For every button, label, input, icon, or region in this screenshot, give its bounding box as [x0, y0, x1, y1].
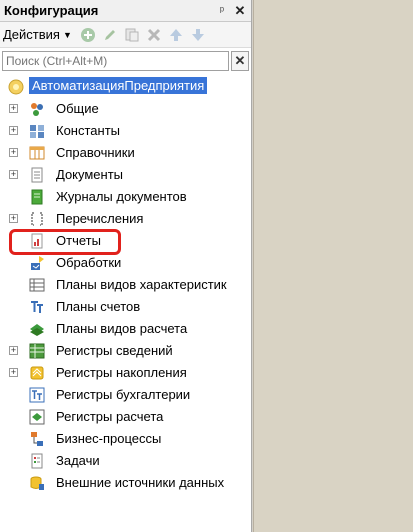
catalogs-icon [29, 145, 45, 161]
tree-item-accumulation-registers[interactable]: + Регистры накопления [0, 362, 252, 384]
tree-item-label: Внешние источники данных [56, 475, 225, 490]
tree-root[interactable]: АвтоматизацияПредприятия [0, 76, 252, 98]
add-icon[interactable] [80, 27, 96, 43]
tree-item-information-registers[interactable]: + Регистры сведений [0, 340, 252, 362]
tree-item-label: Планы счетов [56, 299, 141, 314]
business-processes-icon [29, 431, 45, 447]
panel-title: Конфигурация [4, 3, 99, 18]
reports-icon [29, 233, 45, 249]
tree-item-document-journals[interactable]: Журналы документов [0, 186, 252, 208]
clear-search-button[interactable]: ✕ [231, 51, 249, 71]
tree-item-calculation-registers[interactable]: Регистры расчета [0, 406, 252, 428]
tree-item-enums[interactable]: + Перечисления [0, 208, 252, 230]
tree-item-label: Справочники [56, 145, 135, 160]
workspace-area [253, 0, 413, 532]
tree-item-reports[interactable]: Отчеты [0, 230, 252, 252]
actions-label: Действия [3, 27, 60, 42]
calculation-registers-icon [29, 409, 45, 425]
tree-root-label: АвтоматизацияПредприятия [29, 77, 208, 94]
tree-item-data-processors[interactable]: Обработки [0, 252, 252, 274]
tree-item-constants[interactable]: + Константы [0, 120, 252, 142]
tree-item-accounting-registers[interactable]: Регистры бухгалтерии [0, 384, 252, 406]
move-down-icon[interactable] [190, 27, 206, 43]
accounting-registers-icon [29, 387, 45, 403]
tree-item-label: Константы [56, 123, 120, 138]
tree-item-label: Общие [56, 101, 99, 116]
tree-item-label: Перечисления [56, 211, 144, 226]
chart-of-accounts-icon [29, 299, 45, 315]
tree-item-tasks[interactable]: Задачи [0, 450, 252, 472]
expand-icon[interactable]: + [9, 368, 18, 377]
tree-item-external-data-sources[interactable]: Внешние источники данных [0, 472, 252, 494]
external-data-sources-icon [29, 475, 45, 491]
configuration-tree: АвтоматизацияПредприятия + Общие + Констант… [0, 76, 252, 494]
edit-icon[interactable] [102, 27, 118, 43]
tree-item-label: Регистры бухгалтерии [56, 387, 191, 402]
tree-item-label: Документы [56, 167, 124, 182]
configuration-root-icon [8, 79, 24, 95]
tree-item-label: Планы видов расчета [56, 321, 188, 336]
copy-icon[interactable] [124, 27, 140, 43]
tree-item-label: Отчеты [56, 233, 101, 248]
tree-item-label: Регистры сведений [56, 343, 173, 358]
common-icon [29, 101, 45, 117]
tree-item-label: Регистры расчета [56, 409, 164, 424]
constants-icon [29, 123, 45, 139]
tree-items: + Общие + Константы + Справочники + Документы Жу… [0, 98, 252, 494]
enums-icon [29, 211, 45, 227]
close-icon[interactable]: ✕ [233, 3, 247, 18]
expand-icon[interactable]: + [9, 346, 18, 355]
tree-item-label: Планы видов характеристик [56, 277, 227, 292]
expand-icon[interactable]: + [9, 214, 18, 223]
accumulation-registers-icon [29, 365, 45, 381]
expand-icon[interactable]: + [9, 170, 18, 179]
tasks-icon [29, 453, 45, 469]
tree-item-business-processes[interactable]: Бизнес-процессы [0, 428, 252, 450]
move-up-icon[interactable] [168, 27, 184, 43]
tree-item-catalogs[interactable]: + Справочники [0, 142, 252, 164]
chart-of-calculation-types-icon [29, 321, 45, 337]
chart-of-characteristic-types-icon [29, 277, 45, 293]
delete-icon[interactable] [146, 27, 162, 43]
tree-item-chart-of-accounts[interactable]: Планы счетов [0, 296, 252, 318]
expand-icon[interactable]: + [9, 126, 18, 135]
expand-icon[interactable]: + [9, 148, 18, 157]
actions-menu-button[interactable]: Действия ▼ [3, 27, 72, 42]
tree-item-chart-of-characteristic-types[interactable]: Планы видов характеристик [0, 274, 252, 296]
search-input[interactable] [2, 51, 229, 71]
tree-item-label: Задачи [56, 453, 100, 468]
search-row: ✕ [0, 49, 251, 73]
tree-item-documents[interactable]: + Документы [0, 164, 252, 186]
chevron-down-icon: ▼ [62, 29, 72, 40]
panel-toolbar: Действия ▼ [0, 22, 251, 48]
panel-titlebar: Конфигурация ᵖ ✕ [0, 0, 251, 22]
documents-icon [29, 167, 45, 183]
tree-item-common[interactable]: + Общие [0, 98, 252, 120]
document-journals-icon [29, 189, 45, 205]
pin-icon[interactable]: ᵖ [215, 4, 229, 18]
expand-icon[interactable]: + [9, 104, 18, 113]
tree-item-chart-of-calculation-types[interactable]: Планы видов расчета [0, 318, 252, 340]
tree-item-label: Бизнес-процессы [56, 431, 162, 446]
tree-item-label: Обработки [56, 255, 122, 270]
data-processors-icon [29, 255, 45, 271]
tree-item-label: Регистры накопления [56, 365, 187, 380]
tree-item-label: Журналы документов [56, 189, 187, 204]
information-registers-icon [29, 343, 45, 359]
